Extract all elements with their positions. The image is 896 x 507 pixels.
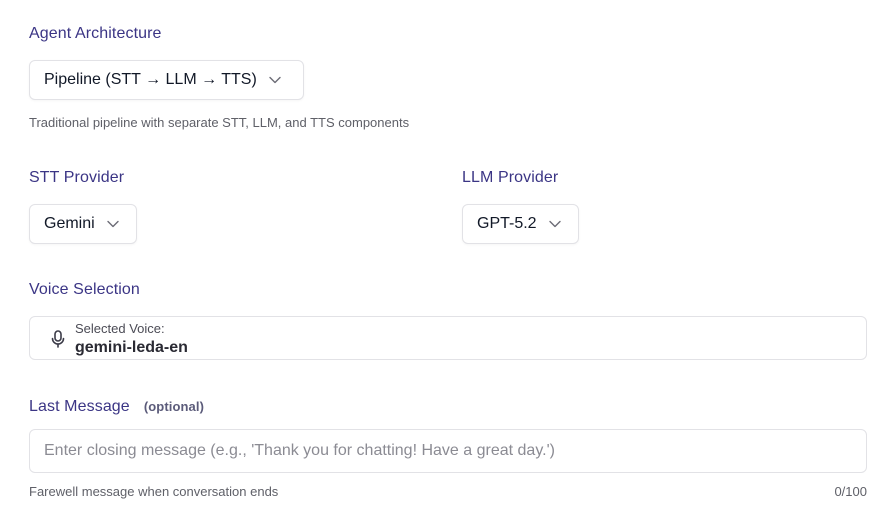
voice-selection-box[interactable]: Selected Voice: gemini-leda-en (29, 316, 867, 360)
selected-voice-caption: Selected Voice: (75, 321, 165, 336)
agent-architecture-description: Traditional pipeline with separate STT, … (29, 115, 410, 130)
last-message-label: Last Message (optional) (29, 398, 204, 416)
selected-voice-value: gemini-leda-en (75, 339, 188, 356)
stt-provider-value: Gemini (44, 215, 95, 232)
agent-architecture-value: Pipeline (STT → LLM → TTS) (44, 71, 257, 88)
optional-tag: (optional) (143, 399, 205, 414)
last-message-helper: Farewell message when conversation ends (29, 484, 279, 499)
microphone-icon (50, 330, 66, 348)
agent-settings-form: Agent Architecture Pipeline (STT → LLM →… (0, 0, 896, 507)
agent-architecture-label: Agent Architecture (29, 25, 162, 42)
llm-provider-label: LLM Provider (462, 169, 559, 186)
character-counter: 0/100 (834, 484, 867, 499)
chevron-down-icon (106, 218, 119, 230)
chevron-down-icon (269, 74, 281, 86)
chevron-down-icon (548, 218, 561, 230)
llm-provider-value: GPT-5.2 (477, 215, 537, 232)
stt-provider-select[interactable]: Gemini (29, 204, 137, 244)
last-message-input[interactable] (29, 429, 867, 473)
voice-selection-label: Voice Selection (29, 281, 140, 298)
llm-provider-select[interactable]: GPT-5.2 (462, 204, 579, 244)
stt-provider-label: STT Provider (29, 169, 125, 186)
last-message-label-text: Last Message (29, 398, 130, 415)
agent-architecture-select[interactable]: Pipeline (STT → LLM → TTS) (29, 60, 304, 100)
